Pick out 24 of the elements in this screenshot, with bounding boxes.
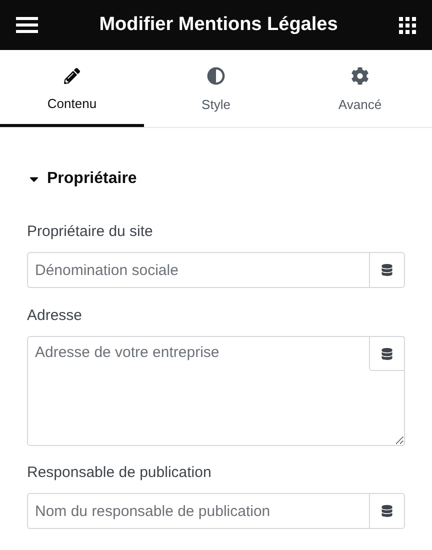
dynamic-tags-button[interactable]	[369, 493, 405, 529]
database-icon	[381, 264, 393, 276]
contrast-icon	[207, 67, 225, 85]
tab[interactable]: Style	[144, 50, 288, 127]
text-area[interactable]: Adresse de votre entreprise	[27, 336, 405, 446]
database-icon	[381, 348, 393, 360]
tab[interactable]: Avancé	[288, 50, 432, 127]
field-label: Responsable de publication	[27, 464, 212, 481]
field-label: Propriétaire du site	[27, 223, 154, 240]
apps-button[interactable]	[399, 16, 416, 34]
grid-icon	[399, 16, 416, 34]
dynamic-tags-button[interactable]	[369, 336, 405, 371]
panel-title: Modifier Mentions Légales	[99, 14, 338, 36]
input-field[interactable]: Dénomination sociale	[27, 252, 369, 288]
section-toggle[interactable]: Propriétaire	[27, 170, 405, 188]
database-icon	[381, 505, 393, 517]
input-field[interactable]: Nom du responsable de publication	[27, 493, 369, 529]
menu-button[interactable]	[16, 17, 38, 33]
pencil-icon	[64, 68, 80, 84]
menu-icon	[16, 17, 38, 33]
field-label: Adresse	[27, 307, 84, 324]
settings-icon	[351, 67, 369, 85]
tab[interactable]: Contenu	[0, 50, 144, 127]
dynamic-tags-button[interactable]	[369, 252, 405, 288]
